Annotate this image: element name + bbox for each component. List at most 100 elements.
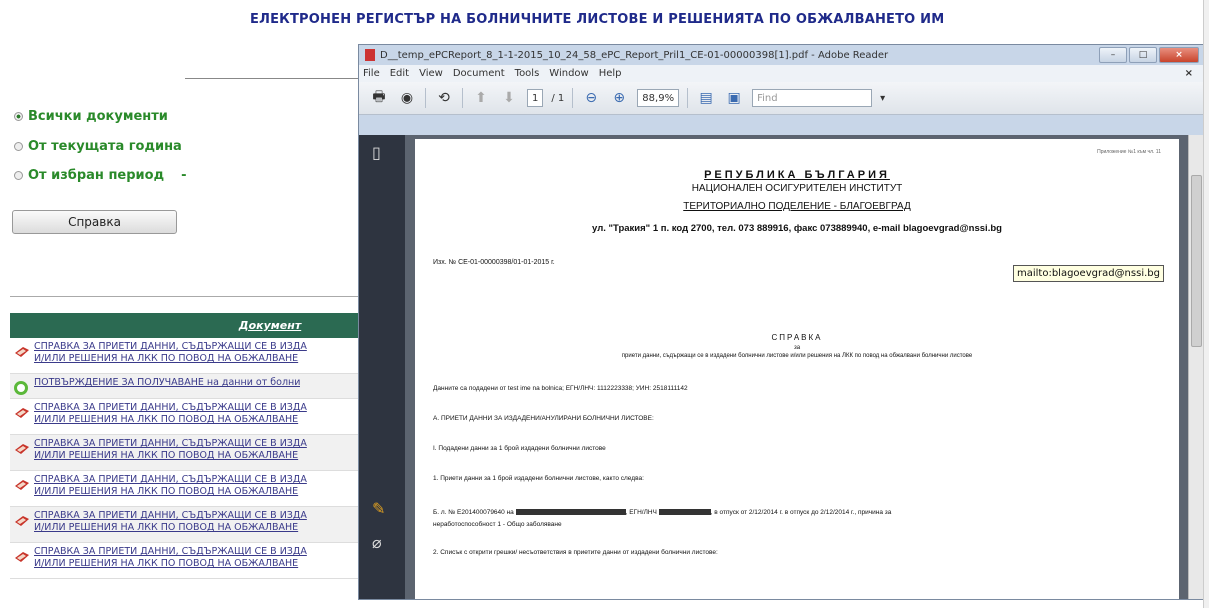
menu-document[interactable]: Document (453, 68, 505, 79)
documents-table: Документ СПРАВКА ЗА ПРИЕТИ ДАННИ, СЪДЪРЖ… (10, 313, 380, 579)
doc-subtitle: приети данни, съдържащи се в издадени бо… (621, 353, 973, 359)
document-icon (14, 549, 30, 563)
document-icon (14, 441, 30, 455)
table-row[interactable]: СПРАВКА ЗА ПРИЕТИ ДАННИ, СЪДЪРЖАЩИ СЕ В … (10, 338, 380, 374)
doc-item-b-reason: неработоспособност 1 - Общо заболяване (433, 521, 562, 528)
divider (185, 78, 365, 79)
page-title: ЕЛЕКТРОНЕН РЕГИСТЪР НА БОЛНИЧНИТЕ ЛИСТОВ… (250, 12, 945, 27)
doc-spravka: СПРАВКА (771, 333, 823, 342)
next-page-icon[interactable]: ⬇ (499, 88, 519, 108)
document-link[interactable]: СПРАВКА ЗА ПРИЕТИ ДАННИ, СЪДЪРЖАЩИ СЕ В … (34, 474, 307, 498)
fit-page-icon[interactable]: ▣ (724, 88, 744, 108)
filter-period[interactable]: От избран период - (14, 168, 187, 183)
document-link[interactable]: СПРАВКА ЗА ПРИЕТИ ДАННИ, СЪДЪРЖАЩИ СЕ В … (34, 341, 307, 365)
page-number-input[interactable]: 1 (527, 89, 544, 107)
scrollbar-thumb[interactable] (1191, 175, 1202, 347)
table-row[interactable]: СПРАВКА ЗА ПРИЕТИ ДАННИ, СЪДЪРЖАЩИ СЕ В … (10, 507, 380, 543)
document-link[interactable]: ПОТВЪРЖДЕНИЕ ЗА ПОЛУЧАВАНЕ на данни от б… (34, 377, 300, 389)
filter-all[interactable]: Всички документи (14, 109, 168, 124)
prev-page-icon[interactable]: ⬆ (471, 88, 491, 108)
toolbar: 🖶 ◉ ⟲ ⬆ ⬇ 1 / 1 ⊖ ⊕ 88,9% ▤ ▣ Find ▾ (359, 82, 1203, 115)
comments-icon[interactable]: ✎ (372, 499, 385, 518)
pdf-icon (365, 49, 375, 61)
table-row[interactable]: СПРАВКА ЗА ПРИЕТИ ДАННИ, СЪДЪРЖАЩИ СЕ В … (10, 399, 380, 435)
maximize-button[interactable]: □ (1129, 47, 1157, 63)
pages-icon[interactable]: ▯ (372, 143, 381, 162)
menu-edit[interactable]: Edit (390, 68, 409, 79)
doc-item-b-part3: , в отпуск от 2/12/2014 г. в отпуск до 2… (710, 509, 892, 516)
pdf-page: Приложение №1 към чл. 11 РЕПУБЛИКА БЪЛГА… (415, 139, 1179, 599)
document-icon (14, 344, 30, 358)
period-dash: - (181, 168, 187, 183)
zoom-in-icon[interactable]: ⊕ (609, 88, 629, 108)
menu-help[interactable]: Help (599, 68, 622, 79)
find-input[interactable]: Find (752, 89, 873, 107)
table-header[interactable]: Документ (10, 313, 380, 338)
table-row[interactable]: ПОТВЪРЖДЕНИЕ ЗА ПОЛУЧАВАНЕ на данни от б… (10, 374, 380, 399)
filter-period-label: От избран период (28, 168, 165, 183)
table-row[interactable]: СПРАВКА ЗА ПРИЕТИ ДАННИ, СЪДЪРЖАЩИ СЕ В … (10, 543, 380, 579)
doc-item-2: 2. Списък с открити грешки/ несъответств… (433, 549, 718, 556)
doc-item-b-part2: , ЕГН/ЛНЧ (625, 509, 657, 516)
zoom-out-icon[interactable]: ⊖ (581, 88, 601, 108)
doc-heading-division: ТЕРИТОРИАЛНО ПОДЕЛЕНИЕ - БЛАГОЕВГРАД (683, 201, 911, 212)
menu-tools[interactable]: Tools (515, 68, 540, 79)
zoom-select[interactable]: 88,9% (637, 89, 680, 107)
table-header-label[interactable]: Документ (239, 319, 301, 332)
menubar: File Edit View Document Tools Window Hel… (359, 65, 1203, 82)
document-link[interactable]: СПРАВКА ЗА ПРИЕТИ ДАННИ, СЪДЪРЖАЩИ СЕ В … (34, 510, 307, 534)
document-icon (14, 513, 30, 527)
divider (10, 296, 370, 297)
close-document-icon[interactable]: × (1185, 68, 1193, 79)
filter-all-label: Всички документи (28, 109, 168, 124)
link-tooltip: mailto:blagoevgrad@nssi.bg (1013, 265, 1164, 282)
report-button[interactable]: Справка (12, 210, 177, 234)
fit-width-icon[interactable]: ▤ (696, 88, 716, 108)
menu-view[interactable]: View (419, 68, 443, 79)
doc-heading-institute: НАЦИОНАЛЕН ОСИГУРИТЕЛЕН ИНСТИТУТ (691, 183, 903, 194)
share-icon[interactable]: ◉ (397, 88, 417, 108)
page-scrollbar[interactable] (1203, 0, 1209, 608)
corner-note: Приложение №1 към чл. 11 (1097, 149, 1161, 155)
minimize-button[interactable]: – (1099, 47, 1127, 63)
menu-window[interactable]: Window (549, 68, 588, 79)
document-icon (14, 405, 30, 419)
document-icon (14, 477, 30, 491)
doc-item-1: 1. Приети данни за 1 брой издадени болни… (433, 475, 644, 482)
radio-selected-icon[interactable] (14, 112, 23, 121)
table-row[interactable]: СПРАВКА ЗА ПРИЕТИ ДАННИ, СЪДЪРЖАЩИ СЕ В … (10, 471, 380, 507)
radio-icon[interactable] (14, 142, 23, 151)
filter-current-year-label: От текущата година (28, 139, 182, 154)
doc-ref: Изх. № СЕ-01-00000398/01-01-2015 г. (433, 259, 555, 266)
vertical-scrollbar[interactable] (1188, 135, 1203, 599)
table-row[interactable]: СПРАВКА ЗА ПРИЕТИ ДАННИ, СЪДЪРЖАЩИ СЕ В … (10, 435, 380, 471)
doc-section-a: А. ПРИЕТИ ДАННИ ЗА ИЗДАДЕНИ/АНУЛИРАНИ БО… (433, 415, 654, 422)
doc-heading-republic: РЕПУБЛИКА БЪЛГАРИЯ (704, 169, 890, 181)
doc-submitted-by: Данните са подадени от test ime na bolni… (433, 385, 688, 392)
redaction (658, 509, 711, 516)
close-button[interactable]: × (1159, 47, 1199, 63)
document-link[interactable]: СПРАВКА ЗА ПРИЕТИ ДАННИ, СЪДЪРЖАЩИ СЕ В … (34, 546, 307, 570)
filter-current-year[interactable]: От текущата година (14, 139, 182, 154)
confirm-icon (14, 380, 30, 395)
document-link[interactable]: СПРАВКА ЗА ПРИЕТИ ДАННИ, СЪДЪРЖАЩИ СЕ В … (34, 402, 307, 426)
attach-icon[interactable]: ⟲ (434, 88, 454, 108)
radio-icon[interactable] (14, 171, 23, 180)
print-icon[interactable]: 🖶 (369, 88, 389, 108)
window-titlebar[interactable]: D__temp_ePCReport_8_1-1-2015_10_24_58_eP… (359, 45, 1203, 65)
doc-heading-address[interactable]: ул. "Тракия" 1 п. код 2700, тел. 073 889… (415, 223, 1179, 234)
redaction (515, 509, 626, 516)
adobe-reader-window: D__temp_ePCReport_8_1-1-2015_10_24_58_eP… (358, 44, 1204, 600)
attachments-icon[interactable]: ⌀ (372, 533, 382, 552)
doc-item-b-part1: Б. л. № Е201400079640 на (433, 509, 514, 516)
find-dropdown-icon[interactable]: ▾ (880, 93, 885, 104)
menu-file[interactable]: File (363, 68, 380, 79)
page-total: / 1 (551, 92, 565, 104)
doc-item-b: Б. л. № Е201400079640 на , ЕГН/ЛНЧ , в о… (433, 509, 891, 516)
navigation-sidebar: ▯ ✎ ⌀ (359, 135, 405, 599)
document-viewport[interactable]: Приложение №1 към чл. 11 РЕПУБЛИКА БЪЛГА… (405, 135, 1189, 599)
window-title: D__temp_ePCReport_8_1-1-2015_10_24_58_eP… (380, 49, 889, 61)
document-link[interactable]: СПРАВКА ЗА ПРИЕТИ ДАННИ, СЪДЪРЖАЩИ СЕ В … (34, 438, 307, 462)
doc-item-i: I. Подадени данни за 1 брой издадени бол… (433, 445, 606, 452)
doc-za: за (793, 345, 801, 351)
